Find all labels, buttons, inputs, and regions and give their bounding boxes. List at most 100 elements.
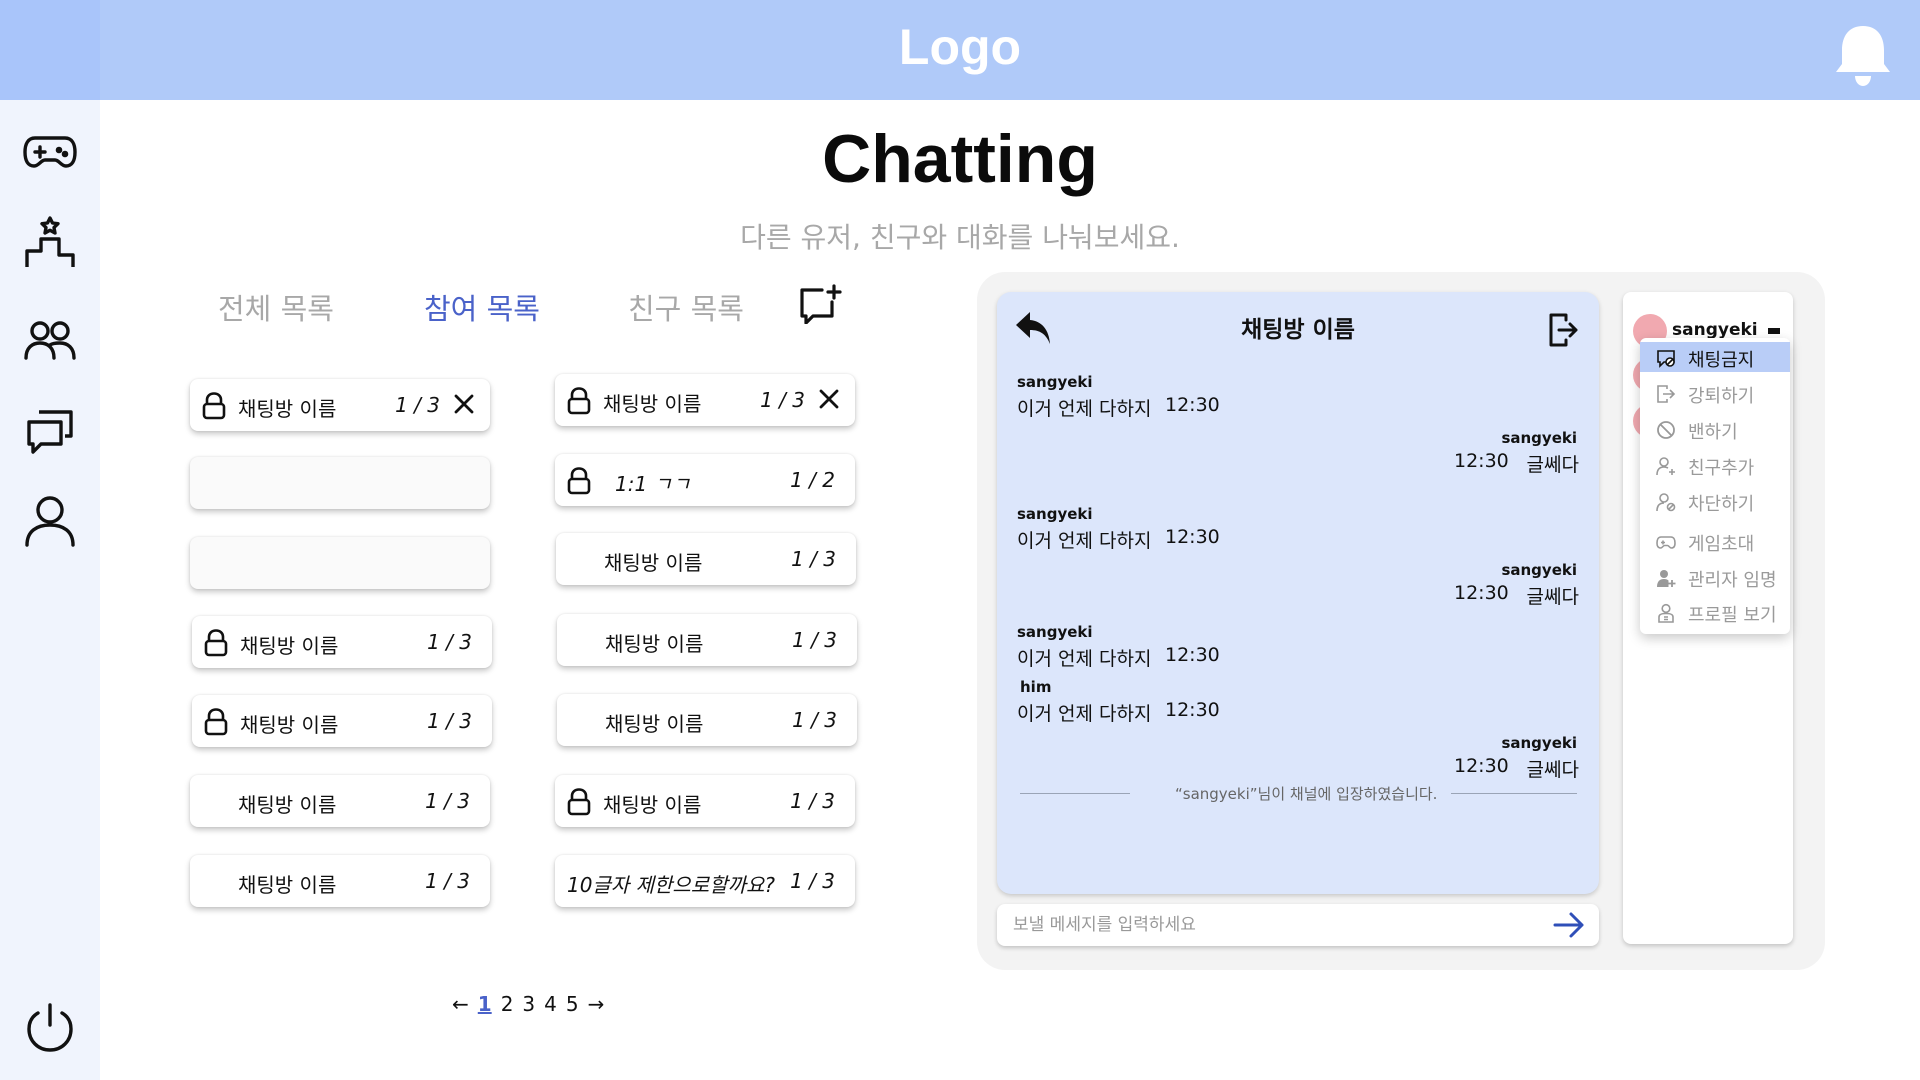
room-card[interactable]: 10글자 제한으로할까요? 1 / 3 <box>555 855 855 907</box>
room-name: 채팅방 이름 <box>603 793 702 817</box>
menu-item-label: 게임초대 <box>1688 534 1755 555</box>
menu-item-mute-chat[interactable]: 채팅금지 <box>1640 342 1790 372</box>
new-chat-icon[interactable] <box>798 284 842 324</box>
room-card[interactable]: 채팅방 이름 1 / 3 <box>190 379 490 431</box>
lock-icon <box>204 708 228 736</box>
menu-item-view-profile[interactable]: 프로필 보기 <box>1640 597 1790 627</box>
page-3[interactable]: 3 <box>522 992 535 1016</box>
lock-icon <box>204 629 228 657</box>
next-page-button[interactable]: → <box>588 992 605 1016</box>
tab-joined-rooms[interactable]: 참여 목록 <box>424 286 540 328</box>
menu-item-appoint-admin[interactable]: 관리자 임명 <box>1640 562 1790 592</box>
menu-item-add-friend[interactable]: 친구추가 <box>1640 450 1790 480</box>
room-count: 1 / 3 <box>791 547 836 571</box>
add-friend-icon <box>1656 457 1675 476</box>
room-count: 1 / 3 <box>760 388 805 412</box>
send-arrow-icon[interactable] <box>1553 911 1585 939</box>
room-card[interactable]: 채팅방 이름 1 / 3 <box>192 616 492 668</box>
message-sender: sangyeki <box>1017 505 1093 523</box>
room-count: 1 / 3 <box>790 789 835 813</box>
friends-icon <box>24 321 76 360</box>
member-name[interactable]: sangyeki <box>1672 320 1758 340</box>
room-card[interactable]: 채팅방 이름 1 / 3 <box>190 775 490 827</box>
room-card[interactable]: 채팅방 이름 1 / 3 <box>555 775 855 827</box>
sidebar-item-friends[interactable] <box>20 311 80 371</box>
room-card[interactable]: 채팅방 이름 1 / 3 <box>556 533 856 585</box>
room-name: 채팅방 이름 <box>603 392 702 416</box>
room-card[interactable]: 채팅방 이름 1 / 3 <box>190 855 490 907</box>
room-card[interactable]: 채팅방 이름 1 / 3 <box>192 695 492 747</box>
close-icon[interactable] <box>452 392 476 416</box>
menu-item-label: 밴하기 <box>1688 422 1738 443</box>
lock-icon <box>202 392 226 420</box>
sidebar-item-ranking[interactable] <box>20 212 80 272</box>
room-count: 1 / 3 <box>425 789 470 813</box>
divider <box>1451 793 1577 794</box>
room-count: 1 / 3 <box>792 628 837 652</box>
message-sender: sangyeki <box>1017 373 1093 391</box>
room-count: 1 / 3 <box>427 709 472 733</box>
app-logo[interactable]: Logo <box>100 18 1820 76</box>
message-time: 12:30 <box>1454 755 1509 777</box>
chat-ban-icon <box>1657 350 1675 368</box>
notification-bell-icon[interactable] <box>1832 24 1894 88</box>
room-card[interactable]: 채팅방 이름 1 / 3 <box>555 374 855 426</box>
tab-friends[interactable]: 친구 목록 <box>628 286 744 328</box>
menu-item-ban[interactable]: 밴하기 <box>1640 414 1790 444</box>
message-sender: sangyeki <box>1501 561 1577 579</box>
page-5[interactable]: 5 <box>566 992 579 1016</box>
block-user-icon <box>1656 493 1676 512</box>
room-count: 1 / 3 <box>427 630 472 654</box>
message-text: 이거 언제 다하지 <box>1017 530 1152 552</box>
menu-item-label: 관리자 임명 <box>1688 570 1777 591</box>
ranking-podium-icon <box>25 216 75 267</box>
pagination: ← 1 2 3 4 5 → <box>452 992 604 1016</box>
exit-room-icon[interactable] <box>1548 312 1578 348</box>
page-title: Chatting <box>822 121 1098 197</box>
message-sender: sangyeki <box>1017 623 1093 641</box>
menu-item-kick[interactable]: 강퇴하기 <box>1640 378 1790 408</box>
room-card-empty <box>190 537 490 589</box>
room-name: 채팅방 이름 <box>240 634 339 658</box>
room-count: 1 / 2 <box>790 468 835 492</box>
divider <box>1020 793 1130 794</box>
room-card[interactable]: 채팅방 이름 1 / 3 <box>557 614 857 666</box>
sidebar-item-logout[interactable] <box>20 997 80 1057</box>
room-count: 1 / 3 <box>790 869 835 893</box>
menu-item-game-invite[interactable]: 게임초대 <box>1640 526 1790 556</box>
close-icon[interactable] <box>817 387 841 411</box>
message-sender: sangyeki <box>1501 429 1577 447</box>
message-text: 이거 언제 다하지 <box>1017 703 1152 725</box>
ban-icon <box>1657 421 1675 439</box>
view-profile-icon <box>1658 603 1674 623</box>
profile-icon <box>25 496 75 547</box>
sidebar-item-profile[interactable] <box>20 490 80 550</box>
message-time: 12:30 <box>1165 699 1220 721</box>
tab-all-rooms[interactable]: 전체 목록 <box>218 286 334 328</box>
page-4[interactable]: 4 <box>544 992 557 1016</box>
prev-page-button[interactable]: ← <box>452 992 469 1016</box>
chevron-down-icon[interactable] <box>1768 328 1780 334</box>
room-count: 1 / 3 <box>395 393 440 417</box>
message-input-box <box>997 904 1599 946</box>
top-header: Logo <box>100 0 1920 100</box>
kick-icon <box>1657 385 1676 403</box>
message-time: 12:30 <box>1454 582 1509 604</box>
message-time: 12:30 <box>1165 644 1220 666</box>
room-card[interactable]: 채팅방 이름 1 / 3 <box>557 694 857 746</box>
sidebar-item-game[interactable] <box>20 122 80 182</box>
chat-room-title: 채팅방 이름 <box>1241 317 1355 343</box>
power-icon <box>27 1003 73 1052</box>
page-1[interactable]: 1 <box>478 992 492 1016</box>
message-input[interactable] <box>1013 913 1533 937</box>
page-2[interactable]: 2 <box>501 992 514 1016</box>
message-time: 12:30 <box>1165 526 1220 548</box>
sidebar-corner <box>0 0 100 100</box>
menu-item-label: 친구추가 <box>1688 458 1755 479</box>
room-name: 채팅방 이름 <box>240 713 339 737</box>
room-name: 채팅방 이름 <box>605 712 704 736</box>
menu-item-block[interactable]: 차단하기 <box>1640 486 1790 516</box>
sidebar-item-chat[interactable] <box>20 401 80 461</box>
room-card[interactable]: 1:1 ㄱㄱ 1 / 2 <box>555 454 855 506</box>
menu-item-label: 차단하기 <box>1688 494 1755 515</box>
